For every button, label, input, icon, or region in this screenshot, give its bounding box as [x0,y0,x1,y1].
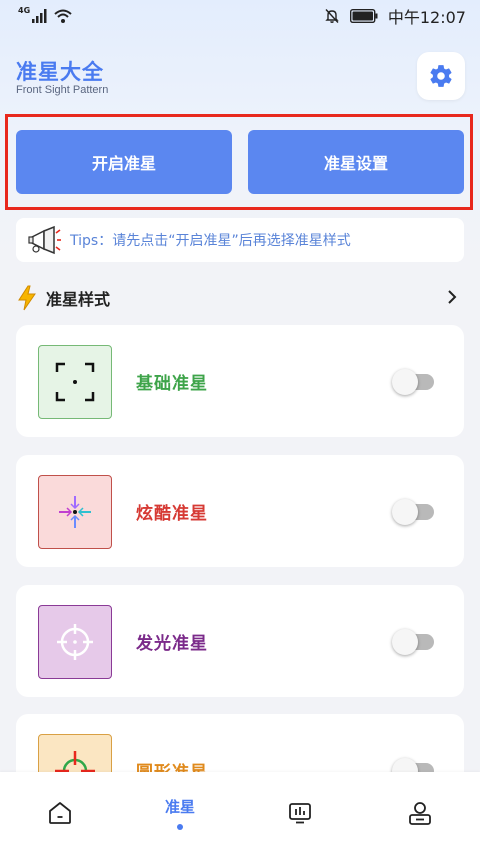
style-card-cool[interactable]: 炫酷准星 [16,455,464,567]
style-toggle-basic[interactable] [392,367,436,395]
cool-crosshair-icon [59,496,91,528]
nav-crosshair-label: 准星 [164,798,195,816]
home-icon [49,801,71,824]
profile-icon [409,801,431,825]
tips-text: Tips：请先点击“开启准星”后再选择准星样式 [70,233,351,249]
start-crosshair-button[interactable]: 开启准星 [16,130,232,194]
style-toggle-glow[interactable] [392,627,436,655]
style-card-basic[interactable]: 基础准星 [16,325,464,437]
basic-crosshair-thumbnail [38,345,112,419]
status-left: 4G [18,5,72,23]
section-header[interactable]: 准星样式 [16,284,464,312]
clock: 中午12:07 [387,8,466,27]
status-bar: 4G 中午12:07 [0,0,480,32]
nav-home[interactable] [0,772,120,853]
style-card-glow[interactable]: 发光准星 [16,585,464,697]
toggle-knob [392,629,418,655]
toggle-knob [392,499,418,525]
style-label: 发光准星 [136,634,208,654]
page-title: 准星大全 [16,60,104,84]
glow-crosshair-thumbnail [38,605,112,679]
basic-crosshair-icon [55,362,95,402]
bottom-nav: 准星 [0,772,480,853]
bell-off-icon [325,9,339,23]
status-right: 中午12:07 [324,4,466,28]
cool-crosshair-thumbnail [38,475,112,549]
wifi-icon [54,9,72,23]
toggle-knob [392,369,418,395]
stats-icon [289,802,311,823]
chevron-right-icon[interactable] [446,288,458,306]
signal-icon [32,9,47,23]
section-title: 准星样式 [46,290,111,309]
style-toggle-cool[interactable] [392,497,436,525]
megaphone-icon [28,225,61,255]
gear-icon [430,65,452,87]
tips-bar: Tips：请先点击“开启准星”后再选择准星样式 [16,218,464,262]
page-subtitle: Front Sight Pattern [16,84,109,96]
settings-button[interactable] [417,52,465,100]
nav-profile[interactable] [360,772,480,853]
lightning-icon [18,285,36,311]
network-type-label: 4G [18,5,31,15]
crosshair-settings-button[interactable]: 准星设置 [248,130,464,194]
nav-stats[interactable] [240,772,360,853]
nav-crosshair[interactable]: 准星 [120,772,240,853]
glow-crosshair-icon [57,624,93,660]
battery-icon [349,9,378,23]
style-label: 基础准星 [136,374,208,394]
style-label: 炫酷准星 [136,504,208,524]
active-indicator-dot [177,824,183,830]
